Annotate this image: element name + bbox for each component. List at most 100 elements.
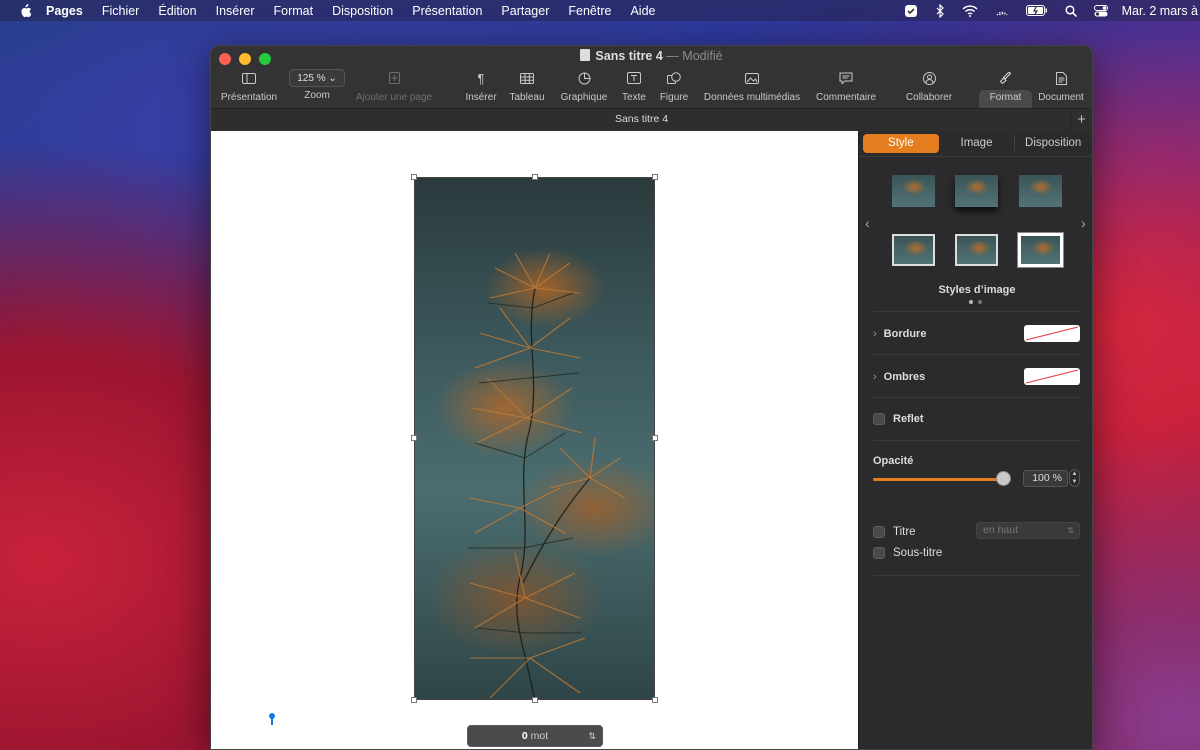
text-button[interactable]: Texte	[619, 68, 649, 103]
chevron-right-icon[interactable]: ›	[1081, 215, 1086, 231]
page-dot-1[interactable]	[969, 300, 973, 304]
opacity-stepper[interactable]: ▲ ▼	[1069, 469, 1080, 487]
resize-handle-bottom-right[interactable]	[652, 697, 658, 703]
chart-button[interactable]: Graphique	[555, 68, 613, 103]
zoom-select[interactable]: 125 % ⌄	[289, 69, 345, 87]
table-icon	[507, 68, 547, 88]
page-indicator[interactable]	[969, 300, 982, 304]
photo-icon	[701, 68, 803, 88]
comment-button[interactable]: Commentaire	[811, 68, 881, 103]
toolbar: Présentation 125 % ⌄ Zoom Ajouter une pa…	[211, 68, 1092, 110]
wifi-icon[interactable]	[962, 4, 978, 17]
border-divider	[873, 354, 1080, 355]
resize-handle-top[interactable]	[532, 174, 538, 180]
window-title: Sans titre 4 — Modifié	[211, 49, 1092, 63]
shape-icon	[657, 68, 691, 88]
resize-handle-top-left[interactable]	[411, 174, 417, 180]
checkmark-app-icon[interactable]	[904, 4, 918, 18]
menu-item-fichier[interactable]: Fichier	[102, 4, 140, 18]
resize-handle-bottom[interactable]	[532, 697, 538, 703]
stepper-arrows-icon: ▲ ▼	[1071, 471, 1078, 485]
search-icon[interactable]	[1065, 4, 1077, 17]
table-button[interactable]: Tableau	[507, 68, 547, 103]
presentation-label: Présentation	[220, 92, 278, 103]
border-color-swatch[interactable]	[1024, 325, 1080, 342]
chart-label: Graphique	[560, 92, 608, 103]
border-label: Bordure	[883, 328, 927, 340]
selected-photo[interactable]	[414, 177, 655, 700]
document-canvas[interactable]	[211, 131, 858, 749]
word-count-control[interactable]: 0 mot ⇅	[467, 725, 603, 747]
format-button[interactable]: Format	[979, 68, 1032, 103]
up-down-arrow-icon: ⇅	[588, 731, 596, 741]
opacity-value-field[interactable]: 100 %	[1023, 470, 1068, 487]
menu-item-partager[interactable]: Partager	[501, 4, 549, 18]
add-page-button[interactable]: Ajouter une page	[353, 68, 435, 103]
airdrop-icon[interactable]	[995, 5, 1009, 17]
reflection-checkbox[interactable]	[873, 413, 885, 425]
subtitle-checkbox[interactable]	[873, 547, 885, 559]
reflection-label: Reflet	[893, 413, 924, 425]
image-style-3[interactable]	[1019, 175, 1062, 207]
collaborate-button[interactable]: Collaborer	[899, 68, 959, 103]
bluetooth-icon[interactable]	[935, 3, 945, 18]
zoom-label: Zoom	[304, 90, 330, 101]
menu-item-edition[interactable]: Édition	[158, 4, 196, 18]
menu-item-disposition[interactable]: Disposition	[332, 4, 393, 18]
apple-icon[interactable]	[18, 3, 32, 18]
media-label: Données multimédias	[703, 92, 801, 103]
tab-style[interactable]: Style	[863, 134, 939, 153]
menu-item-inserer[interactable]: Insérer	[216, 4, 255, 18]
border-section[interactable]: › Bordure	[873, 325, 1080, 343]
shadow-color-swatch[interactable]	[1024, 368, 1080, 385]
control-center-icon[interactable]	[1093, 4, 1108, 17]
collaborate-label: Collaborer	[905, 92, 953, 103]
chevron-left-icon[interactable]: ‹	[865, 215, 870, 231]
resize-handle-bottom-left[interactable]	[411, 697, 417, 703]
title-checkbox[interactable]	[873, 526, 885, 538]
subtitle-row[interactable]: Sous-titre	[873, 545, 1080, 561]
shape-button[interactable]: Figure	[657, 68, 691, 103]
document-tab-bar: Sans titre 4 +	[211, 108, 1092, 132]
caption-divider	[873, 575, 1080, 576]
presentation-button[interactable]: Présentation	[219, 68, 279, 103]
document-button[interactable]: Document	[1035, 68, 1087, 103]
opacity-slider-knob[interactable]	[996, 471, 1011, 486]
insert-button[interactable]: ¶ Insérer	[461, 68, 501, 104]
image-style-5[interactable]	[955, 234, 998, 266]
resize-handle-left[interactable]	[411, 435, 417, 441]
tab-image[interactable]: Image	[939, 134, 1015, 153]
title-position-select[interactable]: en haut ⇅	[976, 522, 1080, 539]
menu-clock[interactable]: Mar. 2 mars à	[1122, 4, 1198, 18]
reflection-divider	[873, 440, 1080, 441]
reflection-row[interactable]: Reflet	[873, 411, 1080, 427]
menu-item-aide[interactable]: Aide	[630, 4, 655, 18]
zoom-control[interactable]: 125 % ⌄ Zoom	[287, 68, 347, 101]
menu-item-format[interactable]: Format	[274, 4, 314, 18]
image-style-1[interactable]	[892, 175, 935, 207]
document-tab[interactable]: Sans titre 4	[211, 113, 1072, 125]
battery-icon[interactable]	[1025, 5, 1048, 16]
opacity-slider-track[interactable]	[873, 478, 1003, 481]
format-inspector: Style Image Disposition ‹ › Styles d’ima…	[858, 131, 1092, 749]
tab-disposition[interactable]: Disposition	[1014, 134, 1091, 153]
menu-item-fenetre[interactable]: Fenêtre	[568, 4, 611, 18]
image-style-2[interactable]	[955, 175, 998, 207]
media-button[interactable]: Données multimédias	[701, 68, 803, 103]
menu-item-presentation[interactable]: Présentation	[412, 4, 482, 18]
document-label: Document	[1038, 92, 1084, 103]
resize-handle-top-right[interactable]	[652, 174, 658, 180]
page-dot-2[interactable]	[978, 300, 982, 304]
image-style-4[interactable]	[892, 234, 935, 266]
title-label: Titre	[893, 526, 916, 538]
menu-bar: Pages Fichier Édition Insérer Format Dis…	[0, 0, 1200, 21]
title-row[interactable]: Titre	[873, 524, 973, 540]
shadows-section[interactable]: › Ombres	[873, 368, 1080, 386]
format-label: Format	[989, 92, 1022, 103]
image-style-6[interactable]	[1017, 232, 1064, 268]
text-label: Texte	[622, 92, 646, 103]
resize-handle-right[interactable]	[652, 435, 658, 441]
comment-label: Commentaire	[815, 92, 877, 103]
menu-app-name[interactable]: Pages	[46, 4, 83, 18]
new-tab-button[interactable]: +	[1070, 109, 1092, 132]
